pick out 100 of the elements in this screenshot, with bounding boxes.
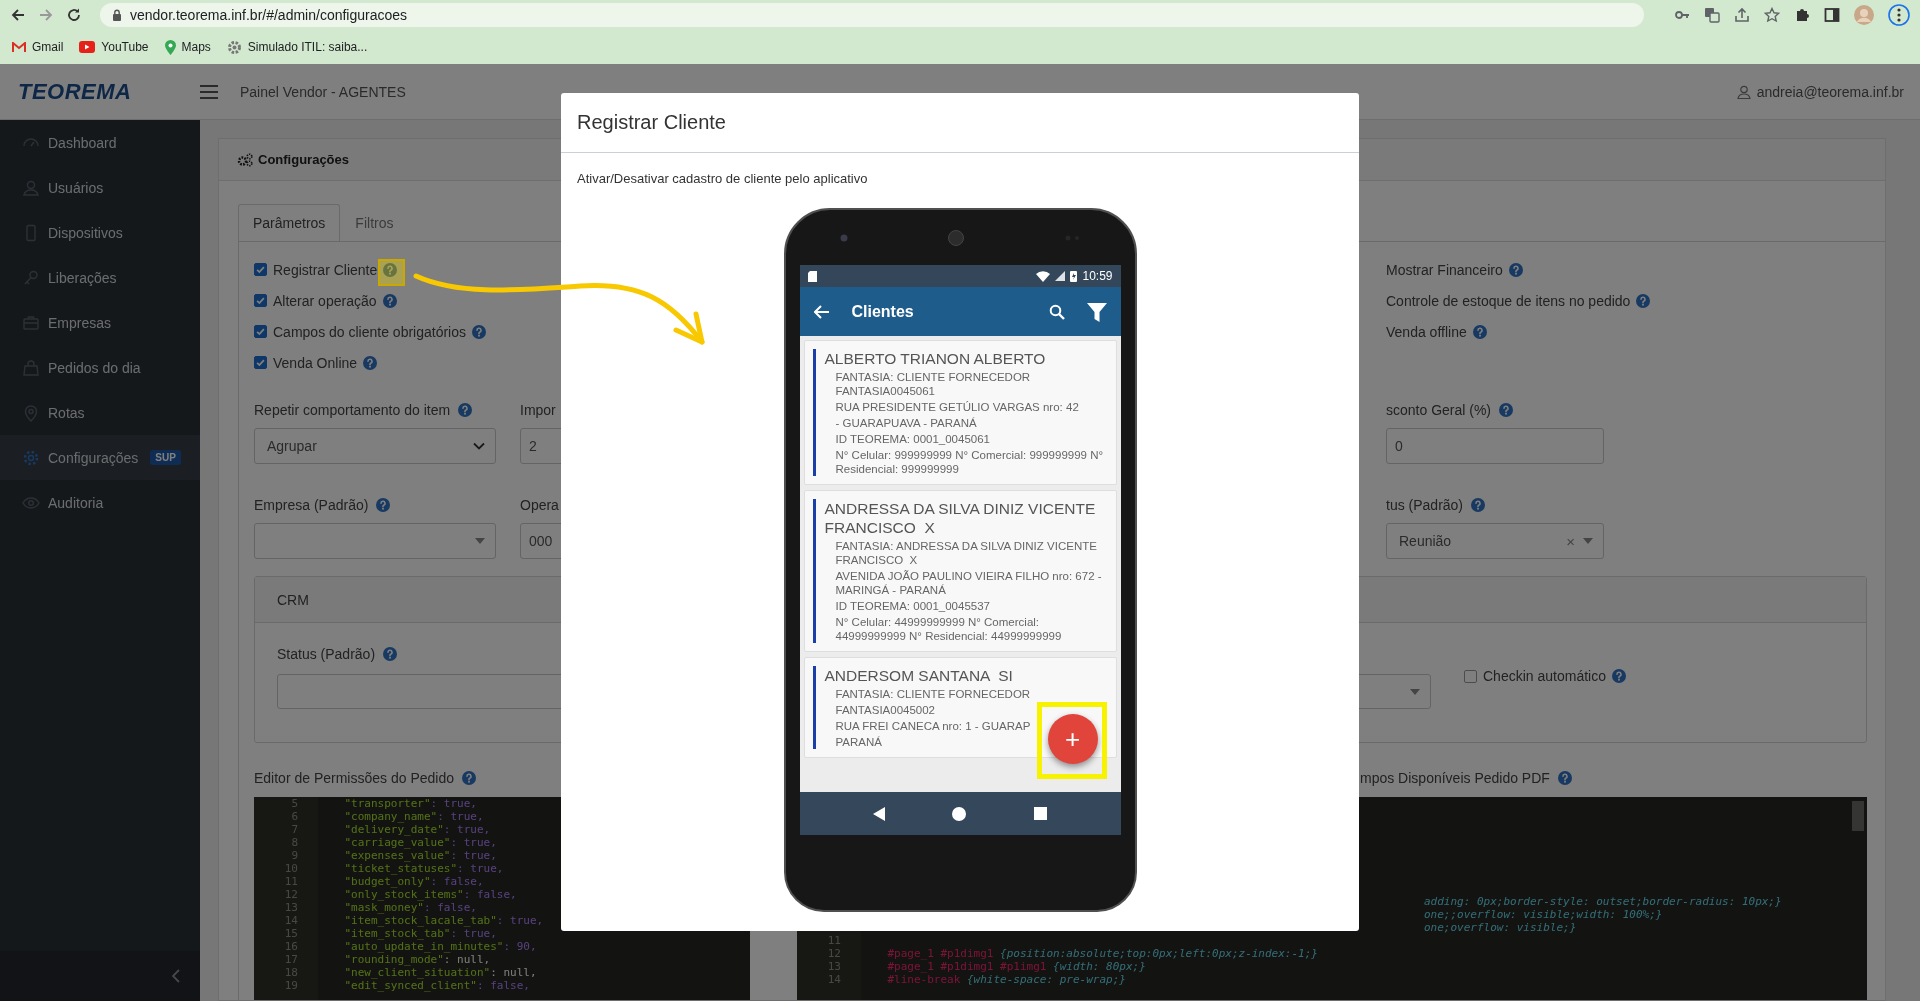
gear-icon [22,448,40,467]
help-icon[interactable] [1472,324,1487,339]
bookmark[interactable]: Gmail [12,40,64,54]
puzzle-icon[interactable] [1794,7,1810,23]
avatar-icon[interactable] [1854,5,1874,25]
back-icon[interactable] [813,304,830,319]
translate-icon[interactable] [1704,7,1720,23]
back-icon[interactable] [10,7,26,23]
filter-icon[interactable] [1086,301,1107,322]
checkbox[interactable] [1464,669,1477,683]
camera-icon [839,233,848,242]
help-icon[interactable] [363,355,378,370]
client-detail: FANTASIA: CLIENTE FORNECEDOR [834,687,1031,701]
checkbox[interactable] [254,294,267,307]
gear-icon [226,39,242,55]
client-detail: FANTASIA: ANDRESSA DA SILVA DINIZ VICENTE FRANCISCO X [834,539,1098,567]
select-field[interactable] [254,523,496,559]
square-icon[interactable] [1033,807,1047,820]
tab[interactable]: Parâmetros [238,204,341,241]
sidebar-item[interactable]: Configurações SUP [0,435,200,480]
video-icon [79,41,96,53]
help-icon[interactable] [458,403,473,417]
help-icon[interactable] [472,324,486,339]
help-icon[interactable] [1557,771,1572,785]
address-bar[interactable]: vendor.teorema.inf.br/#/admin/configuracoes [100,3,1644,27]
code-line: "ticket_statuses": true, [343,862,504,875]
help-icon[interactable] [382,293,397,308]
client-detail: FANTASIA0045002 [834,703,936,717]
code-line: "edit_synced_client": false, [343,979,530,992]
code-line: "new_client_situation": null, [343,966,537,979]
code-line: "item_stock_lacale_tab": true, [343,914,544,927]
field-label: Empresa (Padrão) [254,497,369,513]
key-icon [22,268,40,287]
bookmark[interactable]: YouTube [79,40,149,54]
user-email[interactable]: andreia@teorema.inf.br [1756,83,1904,100]
code-line: "budget_only": false, [343,875,484,888]
app-title: Clientes [851,302,915,321]
section-title: CRM [277,591,309,608]
option-label: Registrar Cliente [273,261,378,278]
checkbox[interactable] [254,263,267,276]
sidebar-item[interactable]: Empresas [0,300,200,345]
help-icon[interactable] [1499,403,1514,417]
sidebar-item[interactable]: Dispositivos [0,210,200,255]
back-triangle-icon[interactable] [873,806,886,821]
client-name: ANDRESSA DA SILVA DINIZ VICENTE FRANCISCO X [824,499,1097,537]
bookmark[interactable]: Maps [164,39,211,55]
menu-icon[interactable] [1888,4,1910,26]
caret-icon [475,538,485,544]
editor-title: Editor de Permissões do Pedido [254,770,454,786]
field-label: sconto Geral (%) [1386,402,1492,418]
reload-icon[interactable] [66,7,82,23]
help-icon[interactable] [383,647,398,661]
help-icon[interactable] [383,262,398,277]
checkbox[interactable] [254,325,267,338]
signal-icon [1055,271,1066,281]
option-label: Venda offline [1386,323,1467,340]
field-label: tus (Padrão) [1386,497,1464,513]
help-icon[interactable] [1508,262,1523,277]
highlight-box [378,259,405,286]
sidebar-item[interactable]: Usuários [0,165,200,210]
help-icon[interactable] [1611,669,1626,683]
logo: TEOREMA [18,78,132,105]
select-field[interactable]: Reunião × [1386,523,1604,559]
option-label: Checkin automático [1483,668,1606,684]
home-circle-icon[interactable] [952,806,967,821]
chevron-left-icon[interactable] [172,969,180,983]
select-field[interactable]: Agrupar [254,428,496,464]
client-card[interactable] [803,490,1117,652]
option-label: Controle de estoque de itens no pedido [1386,292,1631,309]
code-line: one;;overflow: visible;width: 100%;} [1423,908,1663,921]
search-icon[interactable] [1048,303,1065,320]
code-line: "carriage_value": true, [343,836,497,849]
client-detail: AVENIDA JOÃO PAULINO VIEIRA FILHO nro: 672 - MARINGÁ - PARANÁ [834,569,1103,597]
star-icon[interactable] [1764,7,1780,23]
sidebar-item[interactable]: Liberações [0,255,200,300]
sidebar-item[interactable]: Dashboard [0,120,200,165]
help-icon[interactable] [376,498,391,512]
sidebar-item[interactable]: Pedidos do dia [0,345,200,390]
badge: SUP [150,450,181,465]
help-icon[interactable] [462,771,476,785]
forward-icon[interactable] [38,7,54,23]
input-field[interactable]: 0 [1386,428,1604,464]
bookmark[interactable]: Simulado ITIL: saiba... [226,39,368,55]
code-line: "expenses_value": true, [343,849,497,862]
chevron-icon [473,442,485,450]
option-label: Venda Online [273,354,358,371]
share-icon[interactable] [1734,7,1750,23]
checkbox[interactable] [254,356,267,369]
field-label: Opera [520,497,559,513]
help-icon[interactable] [1471,498,1486,512]
sidebar-icon[interactable] [1824,7,1840,23]
sidebar-item[interactable]: Rotas [0,390,200,435]
tab[interactable]: Filtros [340,204,409,241]
help-icon[interactable] [1636,293,1651,308]
client-card[interactable] [803,340,1117,485]
code-line: "transporter": true, [343,797,477,810]
client-detail: N° Celular: 44999999999 N° Comercial: 44999999999 N° Residencial: 44999999999 [834,615,1063,643]
scrollbar[interactable] [1852,801,1864,831]
client-detail: ID TEOREMA: 0001_0045537 [834,599,991,613]
sidebar-item[interactable]: Auditoria [0,480,200,525]
